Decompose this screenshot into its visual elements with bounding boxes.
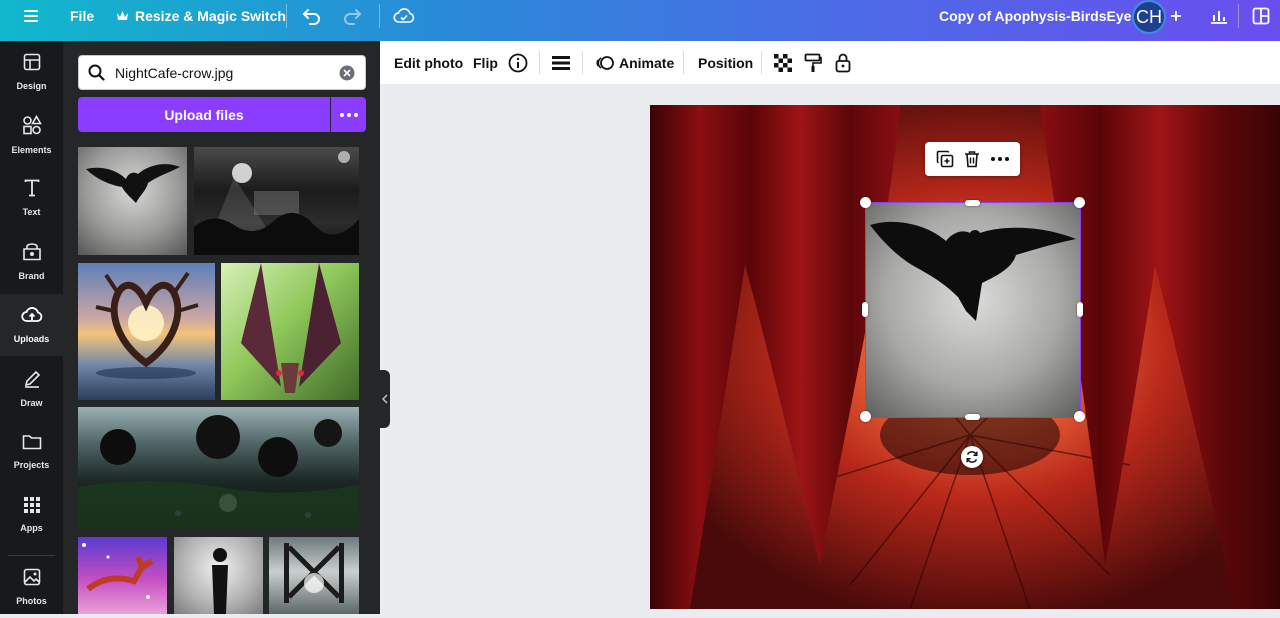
flip-button[interactable]: Flip — [473, 41, 498, 84]
rail-item-design[interactable]: Design — [0, 41, 63, 103]
present-icon[interactable] — [1252, 0, 1270, 32]
upload-thumbnail-moth[interactable] — [221, 263, 359, 400]
divider — [539, 51, 540, 74]
search-icon — [88, 64, 105, 81]
more-options-icon[interactable] — [990, 157, 1009, 161]
rail-label: Apps — [20, 523, 43, 533]
rail-label: Draw — [20, 398, 43, 408]
chevron-left-icon — [382, 394, 388, 404]
transparency-icon[interactable] — [774, 41, 792, 84]
upload-thumbnail-figure[interactable] — [174, 537, 263, 614]
side-rail: Design Elements Text Brand Uploads Draw … — [0, 41, 63, 614]
copy-style-icon[interactable] — [804, 41, 822, 84]
duplicate-icon[interactable] — [936, 150, 954, 168]
animate-button[interactable]: Animate — [596, 41, 674, 84]
divider — [286, 4, 287, 28]
rail-label: Photos — [16, 596, 47, 606]
divider — [582, 51, 583, 74]
rail-label: Brand — [18, 271, 45, 281]
rail-item-elements[interactable]: Elements — [0, 104, 63, 166]
crown-icon — [116, 10, 129, 22]
rail-item-projects[interactable]: Projects — [0, 421, 63, 483]
delete-icon[interactable] — [964, 150, 980, 168]
edit-photo-button[interactable]: Edit photo — [394, 41, 463, 84]
file-menu-button[interactable]: File — [70, 0, 94, 32]
rail-item-uploads[interactable]: Uploads — [0, 294, 63, 356]
cloud-saved-icon[interactable] — [393, 0, 415, 32]
rotate-icon — [966, 451, 978, 463]
position-button[interactable]: Position — [698, 41, 753, 84]
uploads-panel: NightCafe-crow.jpg Upload files — [63, 41, 380, 614]
rail-item-apps[interactable]: Apps — [0, 484, 63, 546]
rail-label: Text — [22, 207, 41, 217]
upload-thumbnail-gate[interactable] — [269, 537, 359, 614]
brand-icon — [22, 243, 42, 266]
resize-handle-top-right[interactable] — [1074, 197, 1085, 208]
insights-chart-icon[interactable] — [1210, 0, 1228, 32]
rail-item-draw[interactable]: Draw — [0, 358, 63, 420]
rail-label: Design — [16, 81, 47, 91]
shapes-icon — [22, 114, 42, 140]
resize-magic-switch-label: Resize & Magic Switch — [135, 8, 286, 24]
top-bar: File Resize & Magic Switch Copy of Apoph… — [0, 0, 1280, 41]
rail-label: Projects — [13, 460, 50, 470]
divider — [683, 51, 684, 74]
animate-label: Animate — [619, 54, 675, 71]
rail-item-photos[interactable]: Photos — [0, 556, 63, 618]
search-field[interactable]: NightCafe-crow.jpg — [78, 55, 366, 90]
resize-handle-right[interactable] — [1077, 302, 1083, 317]
document-title[interactable]: Copy of Apophysis-BirdsEye — [939, 0, 1131, 32]
element-quick-actions — [925, 142, 1020, 176]
apps-grid-icon — [23, 497, 40, 518]
selection-frame — [865, 202, 1081, 418]
context-toolbar: Edit photo Flip Animate Position — [380, 41, 1280, 84]
cloud-upload-icon — [20, 306, 43, 329]
folder-icon — [22, 434, 42, 455]
undo-icon[interactable] — [302, 0, 322, 32]
clear-search-icon[interactable] — [339, 65, 355, 81]
resize-magic-switch-button[interactable]: Resize & Magic Switch — [116, 0, 286, 32]
upload-more-options-icon[interactable] — [331, 97, 366, 132]
info-icon[interactable] — [508, 41, 528, 84]
redo-icon[interactable] — [342, 0, 362, 32]
divider — [1238, 4, 1239, 28]
image-icon — [23, 568, 41, 591]
menu-icon[interactable] — [23, 0, 39, 32]
resize-handle-left[interactable] — [862, 302, 868, 317]
upload-files-button[interactable]: Upload files — [78, 97, 330, 132]
rail-label: Elements — [11, 145, 52, 155]
upload-thumbnail-concert[interactable] — [194, 147, 359, 255]
collapse-panel-button[interactable] — [380, 370, 390, 428]
search-input[interactable]: NightCafe-crow.jpg — [115, 65, 339, 81]
rotate-handle[interactable] — [961, 446, 983, 468]
upload-thumbnail-dark-flowers[interactable] — [78, 407, 359, 530]
border-style-icon[interactable] — [552, 41, 570, 84]
plus-icon[interactable] — [1170, 0, 1182, 32]
resize-handle-bottom[interactable] — [965, 414, 980, 420]
rail-item-brand[interactable]: Brand — [0, 231, 63, 293]
animate-icon — [596, 54, 614, 72]
text-icon — [24, 179, 40, 202]
resize-handle-top-left[interactable] — [860, 197, 871, 208]
resize-handle-bottom-left[interactable] — [860, 411, 871, 422]
resize-handle-top[interactable] — [965, 200, 980, 206]
upload-thumbnail-crow[interactable] — [78, 147, 187, 255]
rail-item-text[interactable]: Text — [0, 167, 63, 229]
lock-icon[interactable] — [835, 41, 851, 84]
rail-label: Uploads — [13, 334, 50, 344]
pen-icon — [23, 370, 41, 393]
resize-handle-bottom-right[interactable] — [1074, 411, 1085, 422]
divider — [379, 4, 380, 28]
layout-icon — [23, 53, 41, 76]
upload-thumbnail-tree-heart[interactable] — [78, 263, 215, 400]
divider — [761, 51, 762, 74]
avatar[interactable]: CH — [1132, 0, 1166, 34]
upload-thumbnail-reindeer[interactable] — [78, 537, 167, 614]
